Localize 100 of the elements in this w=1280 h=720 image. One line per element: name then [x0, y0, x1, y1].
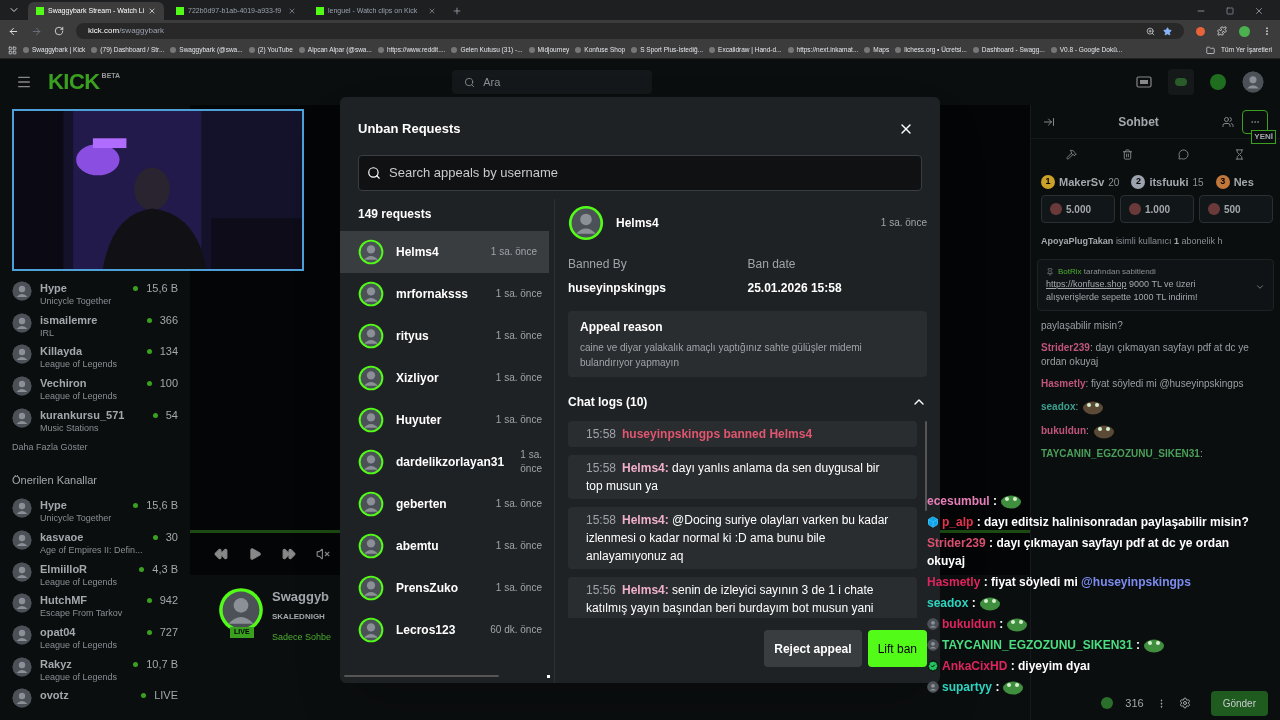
settings-icon[interactable] — [1178, 697, 1191, 709]
request-row[interactable]: mrfornaksss 1 sa. önce — [340, 272, 554, 315]
chat-message: Strider239: dayı çıkmayan sayfayı pdf at dc ye ordan okuyaj — [1041, 340, 1250, 369]
users-icon[interactable] — [1222, 115, 1234, 128]
viewer-count: 30 — [165, 530, 178, 545]
kick-coin-icon[interactable] — [1210, 74, 1226, 90]
channel-category: Escape From Tarkov — [40, 607, 124, 620]
maximize-icon[interactable] — [1226, 7, 1234, 15]
badge-avatar-icon — [927, 681, 939, 693]
extension-icon[interactable] — [1196, 26, 1205, 36]
close-tab-icon[interactable] — [148, 7, 157, 15]
chat-message: seadox: — [1041, 399, 1079, 414]
overlay-chat-message: supartyy : — [942, 679, 1000, 696]
collapse-chat-icon[interactable] — [1043, 115, 1055, 128]
profile-icon[interactable] — [1239, 25, 1250, 37]
viewer-count: 10,7 B — [146, 656, 178, 671]
channel-name[interactable]: kurankursu_571 — [40, 407, 145, 422]
close-tab-icon[interactable] — [428, 7, 436, 15]
leader-name: Nes — [1233, 174, 1254, 190]
channel-category: League of Legends — [40, 639, 119, 652]
play-icon[interactable] — [248, 547, 262, 561]
chat-log-entry: 15:58 huseyinpskingps banned Helms4 — [568, 420, 917, 447]
back-icon[interactable] — [8, 25, 19, 37]
request-row[interactable]: Lecros123 60 dk. önce — [340, 608, 554, 651]
channel-name[interactable]: opat04 — [40, 625, 139, 640]
channel-name[interactable]: HutchMF — [40, 593, 139, 608]
request-row[interactable]: Xizliyor 1 sa. önce — [340, 356, 554, 399]
pinned-link[interactable]: https://konfuse.shop — [1046, 278, 1127, 289]
chat-message: TAYCANIN_EGZOZUNU_SIKEN31: — [1041, 446, 1203, 461]
favicon-icon — [36, 7, 44, 15]
channel-avatar-icon — [12, 407, 32, 428]
request-row[interactable]: Helms4 1 sa. önce — [340, 230, 549, 273]
pinned-text: https://konfuse.shop 9000 TL ve üzeri alışverişlerde sepette 1000 TL indirim! — [1046, 277, 1199, 304]
user-avatar-icon — [358, 322, 384, 349]
rewind-icon[interactable] — [214, 547, 228, 561]
gift-card[interactable]: 1.000 — [1120, 195, 1194, 223]
gift-card[interactable]: 500 — [1199, 195, 1273, 223]
address-bar[interactable]: kick.com/swaggybark — [76, 23, 1184, 39]
rank-medal: 1 — [1041, 175, 1055, 189]
overlay-chat-message: seadox : — [927, 595, 976, 612]
chat-message: Hasmetly: fiyat söyledi mi @huseyinpskingps — [1041, 376, 1244, 391]
viewer-count: 366 — [159, 312, 178, 327]
channel-avatar-icon — [12, 688, 32, 709]
stream-category[interactable]: Sadece Sohbe — [272, 630, 332, 644]
lift-ban-button[interactable]: Lift ban — [867, 630, 927, 667]
channel-avatar-icon — [12, 561, 32, 582]
request-row[interactable]: geberten 1 sa. önce — [340, 482, 554, 525]
user-avatar-icon — [358, 616, 384, 643]
viewer-count: 942 — [159, 593, 178, 608]
overlay-chat-message: AnkaCixHD : diyeyim dyaı — [942, 658, 1091, 675]
channel-name[interactable]: ismailemre — [40, 312, 139, 327]
channel-name[interactable]: ElmiilloR — [40, 561, 132, 576]
close-tab-icon[interactable] — [288, 7, 296, 15]
mute-icon[interactable] — [316, 547, 330, 561]
search-field[interactable]: Ara — [452, 70, 653, 94]
viewer-count: LIVE — [154, 688, 178, 703]
reject-appeal-button[interactable]: Reject appeal — [764, 630, 862, 667]
channel-name[interactable]: Hype — [40, 281, 126, 295]
gift-card[interactable]: 5.000 — [1041, 195, 1115, 223]
search-field[interactable]: Search appeals by username — [358, 154, 922, 191]
user-avatar-icon — [358, 364, 384, 391]
chat-log-entry: 15:58 Helms4: dayı yanlıs anlama da sen duygusal bir top musun ya — [568, 454, 917, 499]
bookmark-star-icon[interactable] — [1163, 26, 1172, 36]
channel-name[interactable]: Killayda — [40, 344, 139, 359]
extensions-icon[interactable] — [1217, 26, 1227, 36]
channel-name[interactable]: Hype — [40, 498, 126, 513]
viewer-count: 15,6 B — [146, 498, 178, 513]
request-row[interactable]: abemtu 1 sa. önce — [340, 524, 554, 567]
field-value: 25.01.2026 15:58 — [747, 279, 843, 297]
hdr-icon[interactable] — [1136, 76, 1152, 88]
request-row[interactable]: rityus 1 sa. önce — [340, 314, 554, 357]
delete-icon[interactable] — [1121, 148, 1133, 160]
request-row[interactable]: Huyuter 1 sa. önce — [340, 398, 554, 441]
fast-forward-icon[interactable] — [282, 547, 296, 561]
user-avatar-icon — [358, 532, 384, 559]
viewer-count: 15,6 B — [146, 281, 178, 295]
send-button[interactable]: Gönder — [1210, 690, 1268, 716]
channel-avatar-icon — [12, 376, 32, 396]
new-tab-icon[interactable] — [452, 6, 462, 16]
channel-title: Swaggyb — [272, 588, 331, 606]
card-title: Appeal reason — [580, 318, 664, 336]
chat-icon[interactable] — [1178, 148, 1190, 160]
channel-name[interactable]: Vechiron — [40, 376, 139, 390]
field-label: Ban date — [747, 255, 797, 273]
profile-avatar-icon — [1242, 71, 1264, 93]
channel-avatar-icon — [12, 530, 32, 551]
channel-avatar-icon — [12, 625, 32, 646]
request-row[interactable]: dardelikzorlayan31 1 sa. önce — [340, 440, 554, 483]
ban-icon[interactable] — [1065, 148, 1077, 160]
timeout-icon[interactable] — [1234, 148, 1246, 160]
show-more-link[interactable]: Daha Fazla Göster — [12, 441, 178, 455]
reload-icon[interactable] — [54, 26, 64, 36]
channel-name[interactable]: Rakyz — [40, 656, 126, 671]
channel-name[interactable]: ovotz — [40, 688, 134, 703]
points-count: 316 — [1125, 695, 1144, 711]
field-label: Banned By — [568, 255, 628, 273]
channel-name[interactable]: kasvaoe — [40, 530, 145, 545]
request-row[interactable]: PrensZuko 1 sa. önce — [340, 566, 554, 609]
apps-icon[interactable] — [8, 45, 17, 55]
menu-icon[interactable] — [16, 74, 32, 90]
